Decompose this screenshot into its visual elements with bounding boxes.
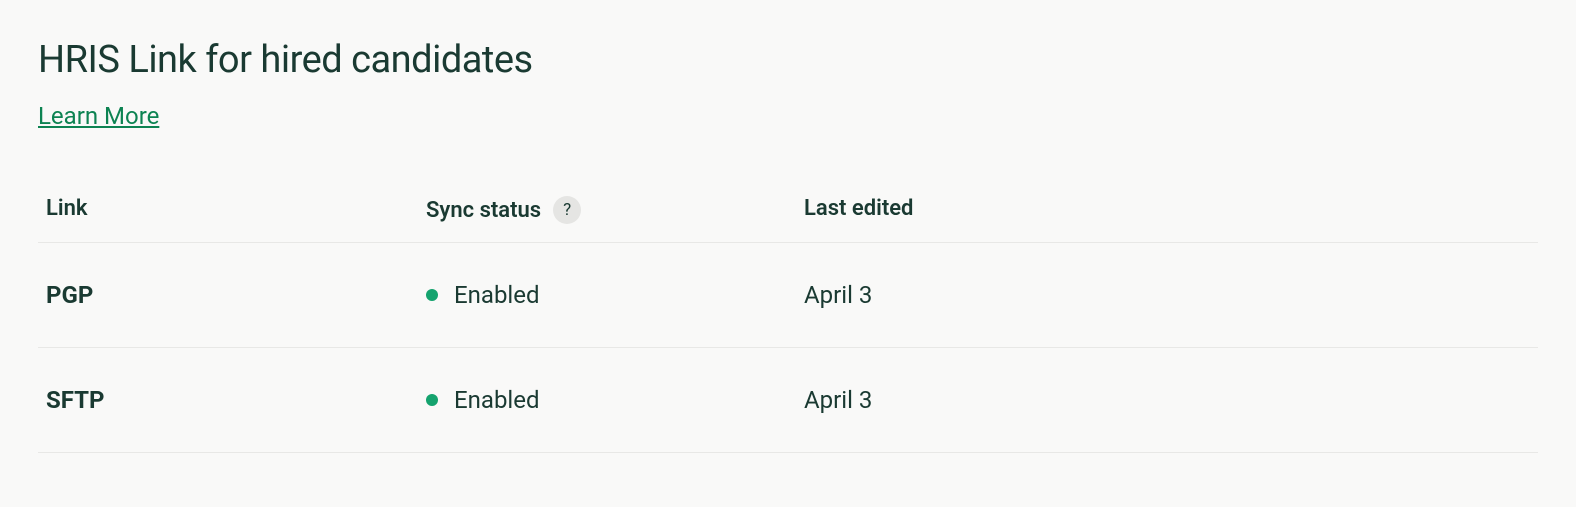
status-dot-icon: [426, 394, 438, 406]
row-last-edited: April 3: [804, 281, 872, 309]
header-sync-status: Sync status: [426, 198, 541, 223]
status-dot-icon: [426, 289, 438, 301]
row-link-name: PGP: [46, 281, 93, 309]
row-sync-status: Enabled: [454, 281, 540, 309]
row-sync-status: Enabled: [454, 386, 540, 414]
row-last-edited: April 3: [804, 386, 872, 414]
table-row: PGP Enabled April 3: [38, 243, 1538, 348]
row-link-name: SFTP: [46, 386, 105, 414]
help-icon[interactable]: ?: [553, 196, 581, 224]
table-header: Link Sync status ? Last edited: [38, 178, 1538, 243]
page-title: HRIS Link for hired candidates: [38, 38, 1538, 82]
links-table: Link Sync status ? Last edited PGP Enabl…: [38, 178, 1538, 453]
header-link: Link: [46, 196, 88, 221]
header-last-edited: Last edited: [804, 196, 913, 221]
table-row: SFTP Enabled April 3: [38, 348, 1538, 453]
learn-more-link[interactable]: Learn More: [38, 102, 159, 130]
